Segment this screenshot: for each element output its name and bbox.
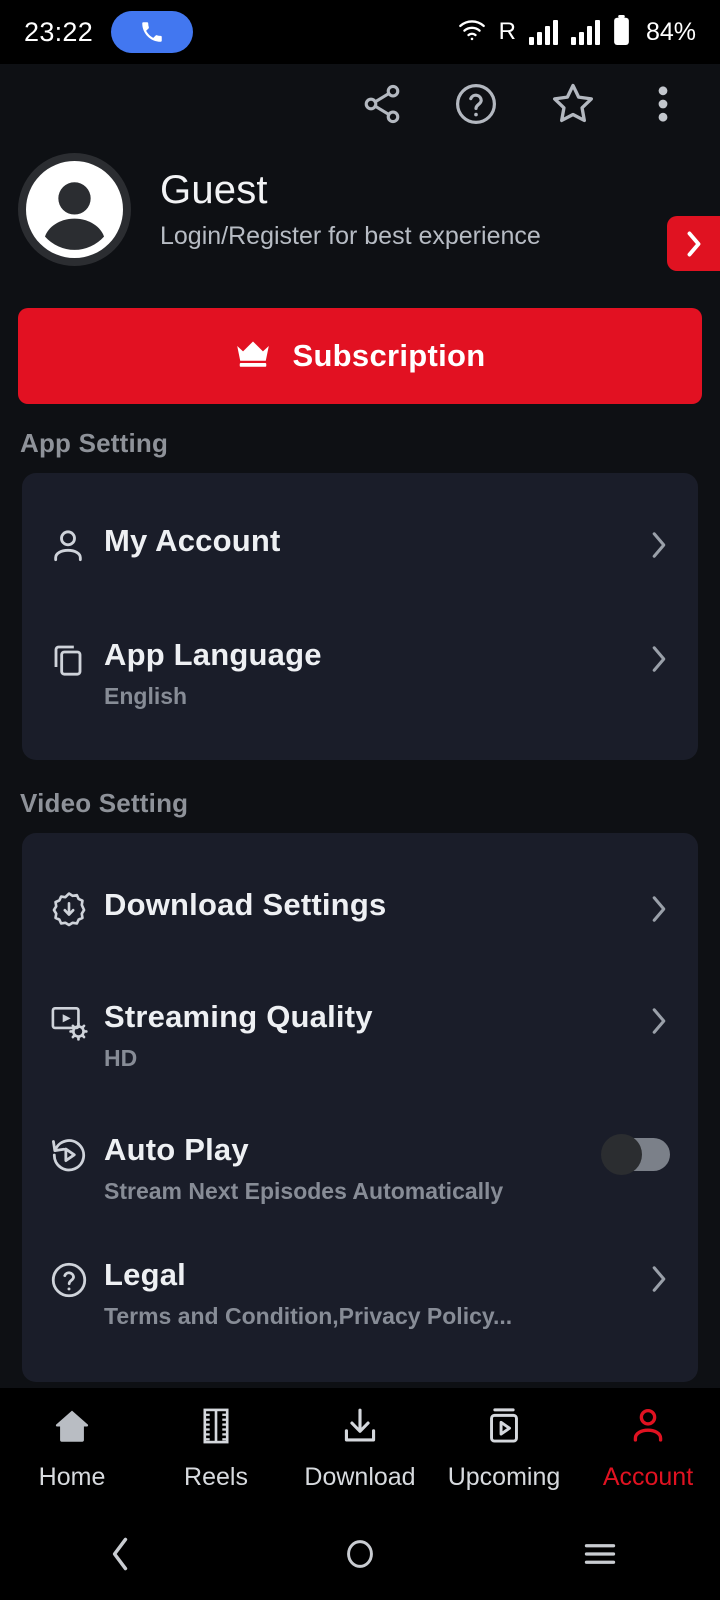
row-subtitle: English xyxy=(104,683,188,709)
chevron-right-icon[interactable] xyxy=(648,1257,670,1300)
avatar xyxy=(18,152,131,266)
person-outline-icon xyxy=(48,523,104,567)
chevron-right-icon[interactable] xyxy=(648,999,670,1042)
top-app-bar xyxy=(0,64,720,144)
row-body: Streaming Quality HD xyxy=(104,999,648,1072)
android-navigation-bar xyxy=(0,1508,720,1600)
battery-icon xyxy=(613,14,630,50)
row-subtitle: Stream Next Episodes Automatically xyxy=(104,1178,504,1204)
video-quality-icon xyxy=(48,999,104,1043)
status-bar: 23:22 R 84% xyxy=(0,0,720,64)
row-body: Auto Play Stream Next Episodes Automatic… xyxy=(104,1132,603,1205)
row-title: My Account xyxy=(104,523,281,558)
status-bar-indicators: R 84% xyxy=(458,14,696,50)
row-download-settings[interactable]: Download Settings xyxy=(22,839,698,965)
home-circle-icon[interactable] xyxy=(240,1534,480,1574)
nav-item-upcoming[interactable]: Upcoming xyxy=(432,1404,576,1492)
signal-bars-icon-2 xyxy=(570,19,600,45)
row-app-language[interactable]: App Language English xyxy=(22,601,698,754)
profile-text: Guest Login/Register for best experience xyxy=(160,168,541,251)
row-title: App Language xyxy=(104,637,322,672)
question-circle-icon xyxy=(48,1257,104,1301)
login-register-button[interactable] xyxy=(667,216,720,271)
status-bar-time: 23:22 xyxy=(24,16,94,47)
nav-label: Home xyxy=(38,1463,106,1491)
profile-subtitle: Login/Register for best experience xyxy=(160,221,541,250)
download-icon xyxy=(338,1404,382,1453)
help-circle-icon[interactable] xyxy=(452,80,500,128)
chevron-right-icon[interactable] xyxy=(648,637,670,680)
roaming-indicator: R xyxy=(498,18,516,45)
nav-label: Upcoming xyxy=(447,1463,561,1491)
chevron-right-icon[interactable] xyxy=(648,523,670,566)
section-title-app-setting: App Setting xyxy=(20,428,169,458)
profile-header[interactable]: Guest Login/Register for best experience xyxy=(0,144,720,266)
app-setting-card: My Account App Language English xyxy=(22,473,698,760)
row-auto-play[interactable]: Auto Play Stream Next Episodes Automatic… xyxy=(22,1102,698,1231)
nav-item-account[interactable]: Account xyxy=(576,1404,720,1492)
row-title: Legal xyxy=(104,1257,186,1292)
crown-icon xyxy=(234,339,272,374)
wifi-icon xyxy=(458,18,486,47)
gear-download-icon xyxy=(48,887,104,931)
row-body: App Language English xyxy=(104,637,648,710)
bottom-navigation: Home Reels Download Upcoming Account xyxy=(0,1388,720,1508)
subscription-button[interactable]: Subscription xyxy=(18,308,702,404)
nav-item-home[interactable]: Home xyxy=(0,1404,144,1492)
avatar-person-icon xyxy=(26,160,123,258)
row-my-account[interactable]: My Account xyxy=(22,479,698,601)
film-strip-icon xyxy=(195,1404,237,1453)
upcoming-video-icon xyxy=(482,1404,526,1453)
section-title-video-setting: Video Setting xyxy=(20,788,189,818)
row-subtitle: HD xyxy=(104,1045,138,1071)
video-setting-card: Download Settings Streaming Quality HD A… xyxy=(22,833,698,1382)
replay-play-icon xyxy=(48,1132,104,1176)
row-subtitle: Terms and Condition,Privacy Policy... xyxy=(104,1303,513,1329)
nav-label: Download xyxy=(304,1463,416,1491)
signal-bars-icon xyxy=(528,19,558,45)
app-screen: 23:22 R 84% Guest Login/Register for bes… xyxy=(0,0,720,1600)
row-title: Download Settings xyxy=(104,887,387,922)
nav-item-download[interactable]: Download xyxy=(288,1404,432,1492)
back-chevron-icon[interactable] xyxy=(0,1534,240,1574)
star-icon[interactable] xyxy=(548,79,598,129)
row-body: Download Settings xyxy=(104,887,648,923)
home-icon xyxy=(50,1404,94,1453)
nav-label: Account xyxy=(602,1463,694,1491)
subscription-label: Subscription xyxy=(292,338,486,373)
copy-layers-icon xyxy=(48,637,104,681)
row-legal[interactable]: Legal Terms and Condition,Privacy Policy… xyxy=(22,1231,698,1376)
nav-label: Reels xyxy=(184,1463,248,1491)
share-icon[interactable] xyxy=(360,82,404,126)
recents-menu-icon[interactable] xyxy=(480,1538,720,1570)
row-body: My Account xyxy=(104,523,648,559)
nav-item-reels[interactable]: Reels xyxy=(144,1404,288,1492)
account-person-icon xyxy=(627,1404,669,1453)
profile-name: Guest xyxy=(160,167,268,212)
chevron-right-icon[interactable] xyxy=(648,887,670,930)
battery-percent: 84% xyxy=(645,17,696,46)
row-title: Streaming Quality xyxy=(104,999,373,1034)
row-title: Auto Play xyxy=(104,1132,249,1167)
row-streaming-quality[interactable]: Streaming Quality HD xyxy=(22,965,698,1102)
toggle-knob xyxy=(601,1134,642,1175)
row-body: Legal Terms and Condition,Privacy Policy… xyxy=(104,1257,648,1330)
phone-icon xyxy=(111,11,194,53)
auto-play-toggle[interactable] xyxy=(601,1134,670,1175)
more-vertical-icon[interactable] xyxy=(646,82,680,126)
